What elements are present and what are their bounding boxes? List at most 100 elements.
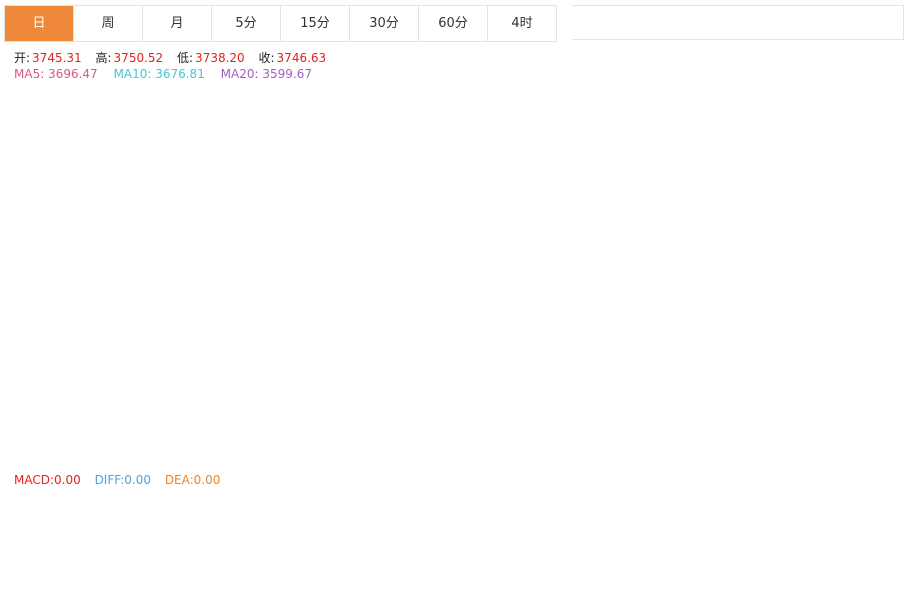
close-label: 收: <box>258 51 275 65</box>
candle <box>266 350 276 381</box>
candle-body <box>302 399 312 409</box>
candle <box>782 88 792 98</box>
macd-bar <box>14 519 24 522</box>
candle-body <box>698 167 708 177</box>
macd-bar <box>206 506 216 522</box>
macd-bar <box>734 521 744 535</box>
close-value: 3746.63 <box>276 51 327 65</box>
candle <box>86 370 96 411</box>
high-label: 高: <box>95 51 112 65</box>
candle <box>578 306 588 343</box>
candle-body <box>410 346 420 389</box>
candle <box>470 376 480 402</box>
candle <box>482 386 492 411</box>
low-value: 3738.20 <box>195 51 245 65</box>
candle-body <box>746 155 756 168</box>
macd-bar <box>254 503 264 522</box>
macd-legend: MACD:0.00 DIFF:0.00 DEA:0.00 <box>14 473 222 487</box>
tab-6[interactable]: 60分 <box>419 6 488 41</box>
candle <box>62 376 72 418</box>
kline-chart[interactable]: 3776.84 3735.86 3694.89 3653.91 3612.94 3571.… <box>0 0 912 604</box>
macd-bar <box>698 521 708 533</box>
candle <box>662 143 672 182</box>
price-tick-label: 3612.94 <box>841 182 891 196</box>
tab-3[interactable]: 5分 <box>212 6 281 41</box>
candle <box>542 349 552 381</box>
macd-bar <box>446 521 456 528</box>
macd-bar <box>410 514 420 522</box>
macd-bar <box>758 521 768 528</box>
candle <box>446 363 456 397</box>
candle-body <box>686 167 696 175</box>
ohlc-legend: 开: 3745.31 高: 3750.52 低: 3738.20 收: 3746.63 <box>14 49 336 66</box>
candle <box>98 385 108 403</box>
macd-bar <box>782 521 792 523</box>
dea-line <box>6 521 788 583</box>
candle <box>386 343 396 371</box>
candle-body <box>578 310 588 333</box>
tab-0[interactable]: 日 <box>5 6 74 41</box>
candle <box>122 385 132 429</box>
candle <box>602 243 612 294</box>
tab-7[interactable]: 4时 <box>488 6 557 41</box>
ma-legend: MA5: 3696.47 MA10: 3676.81 MA20: 3599.67 <box>14 67 314 81</box>
macd-bar <box>422 517 432 522</box>
tab-1[interactable]: 周 <box>74 6 143 41</box>
macd-bar <box>470 521 480 537</box>
candle <box>290 385 300 418</box>
macd-bar <box>98 518 108 522</box>
candle <box>38 396 48 451</box>
macd-bar <box>158 513 168 522</box>
tab-2[interactable]: 月 <box>143 6 212 41</box>
macd-bar <box>134 519 144 522</box>
ma5-legend: MA5: 3696.47 <box>14 67 98 81</box>
macd-bar <box>578 521 588 550</box>
candle <box>554 346 564 365</box>
macd-bar <box>770 521 780 523</box>
candle-body <box>170 372 180 388</box>
price-tick-label: 3285.14 <box>841 423 891 437</box>
candle <box>530 362 540 375</box>
candle-body <box>638 208 648 240</box>
macd-bar <box>170 513 180 522</box>
ma5-line <box>6 127 788 414</box>
macd-tick-label: -95.78 <box>841 582 880 596</box>
macd-bar <box>362 500 372 522</box>
macd-bar <box>146 516 156 522</box>
macd-bar <box>110 519 120 522</box>
candle-body <box>62 390 72 418</box>
macd-bar <box>26 521 36 523</box>
macd-tick-label: -11.34 <box>841 523 880 537</box>
price-tick-label: 3449.04 <box>841 303 891 317</box>
candle-body <box>374 359 384 369</box>
price-tick-label: 3694.89 <box>841 122 891 136</box>
candle <box>638 198 648 242</box>
candle-body <box>350 364 360 372</box>
candle <box>614 214 624 253</box>
candle-body <box>98 391 108 401</box>
macd-bar <box>686 521 696 535</box>
diff-line <box>6 521 788 590</box>
candle <box>14 391 24 410</box>
candle <box>362 352 372 382</box>
ma10-line <box>6 142 788 412</box>
macd-tick-label: 30.88 <box>841 493 875 507</box>
candle <box>626 224 636 263</box>
macd-bar <box>218 500 228 522</box>
candle-body <box>662 172 672 181</box>
price-tick-label: 3408.06 <box>841 333 891 347</box>
candle-body <box>566 332 576 348</box>
tab-4[interactable]: 15分 <box>281 6 350 41</box>
ma20-line <box>6 198 788 412</box>
macd-bar <box>194 509 204 522</box>
candle-body <box>482 393 492 409</box>
candle <box>326 407 336 440</box>
candle-body <box>602 247 612 292</box>
candle <box>590 279 600 313</box>
candle-body <box>266 352 276 370</box>
candle-body <box>278 368 288 393</box>
tab-5[interactable]: 30分 <box>350 6 419 41</box>
macd-bar <box>638 521 648 536</box>
low-label: 低: <box>177 51 194 65</box>
macd-bar <box>530 521 540 552</box>
